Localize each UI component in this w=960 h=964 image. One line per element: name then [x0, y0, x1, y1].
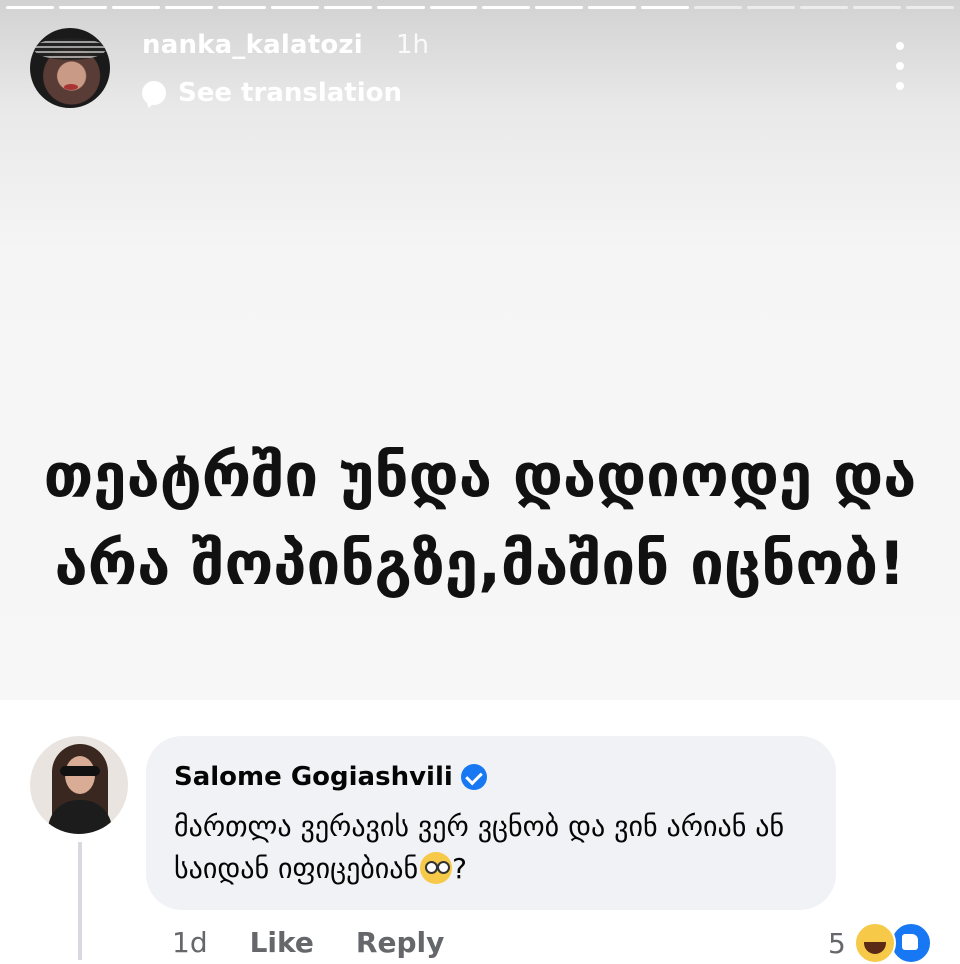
story-username[interactable]: nanka_kalatozi — [142, 30, 363, 60]
see-translation-link[interactable]: See translation — [142, 78, 402, 108]
verified-badge-icon — [460, 764, 487, 790]
progress-segment — [376, 6, 425, 9]
hat-brim — [34, 38, 106, 60]
comment-text: მართლა ვერავის ვერ ვცნობ და ვინ არიან ან… — [174, 806, 814, 890]
comment-time[interactable]: 1d — [172, 926, 208, 959]
progress-segment — [853, 6, 901, 9]
progress-segment — [270, 6, 319, 9]
progress-segment — [905, 6, 954, 9]
story-author-avatar[interactable] — [30, 28, 110, 108]
progress-segment — [482, 6, 531, 9]
story-time: 1h — [396, 30, 430, 60]
avatar-lips — [64, 84, 78, 90]
comment-actions: 1d Like Reply — [172, 926, 444, 959]
thread-line — [78, 842, 82, 960]
comment-header: Salome Gogiashvili — [174, 762, 487, 792]
progress-segment — [588, 6, 637, 9]
flushed-face-icon — [420, 852, 453, 884]
like-button[interactable]: Like — [250, 926, 314, 959]
more-vertical-icon[interactable] — [888, 42, 912, 90]
like-reaction-icon — [889, 922, 932, 964]
comment-section: Salome Gogiashvili მართლა ვერავის ვერ ვც… — [0, 700, 960, 964]
reaction-count: 5 — [828, 926, 846, 960]
progress-segment — [58, 6, 107, 9]
progress-segment — [535, 6, 584, 9]
progress-segment — [429, 6, 478, 9]
dot — [896, 82, 904, 90]
haha-reaction-icon — [853, 922, 896, 964]
dot — [896, 62, 904, 70]
comment-bubble: Salome Gogiashvili მართლა ვერავის ვერ ვც… — [146, 736, 836, 910]
story-progress-bar — [6, 6, 954, 9]
story-view: nanka_kalatozi 1h See translation თეატრშ… — [0, 0, 960, 700]
progress-segment — [164, 6, 213, 9]
comment-suffix: ? — [452, 852, 467, 885]
sunglasses-icon — [60, 766, 100, 776]
dot — [896, 42, 904, 50]
progress-segment — [323, 6, 372, 9]
progress-segment — [747, 6, 796, 9]
progress-segment — [111, 6, 160, 9]
speech-bubble-icon — [142, 81, 166, 105]
comment-author[interactable]: Salome Gogiashvili — [174, 762, 453, 792]
progress-segment — [217, 6, 266, 9]
see-translation-label: See translation — [178, 78, 402, 108]
story-text: თეატრში უნდა დადიოდე და არა შოპინგზე,მაშ… — [43, 441, 917, 599]
progress-segment — [694, 6, 743, 9]
progress-segment — [641, 6, 690, 9]
commenter-avatar[interactable] — [30, 736, 128, 834]
progress-segment — [800, 6, 848, 9]
reply-button[interactable]: Reply — [356, 926, 444, 959]
progress-segment — [6, 6, 54, 9]
reactions-summary[interactable]: 5 — [828, 922, 932, 964]
comment-body: მართლა ვერავის ვერ ვცნობ და ვინ არიან ან… — [174, 810, 785, 885]
